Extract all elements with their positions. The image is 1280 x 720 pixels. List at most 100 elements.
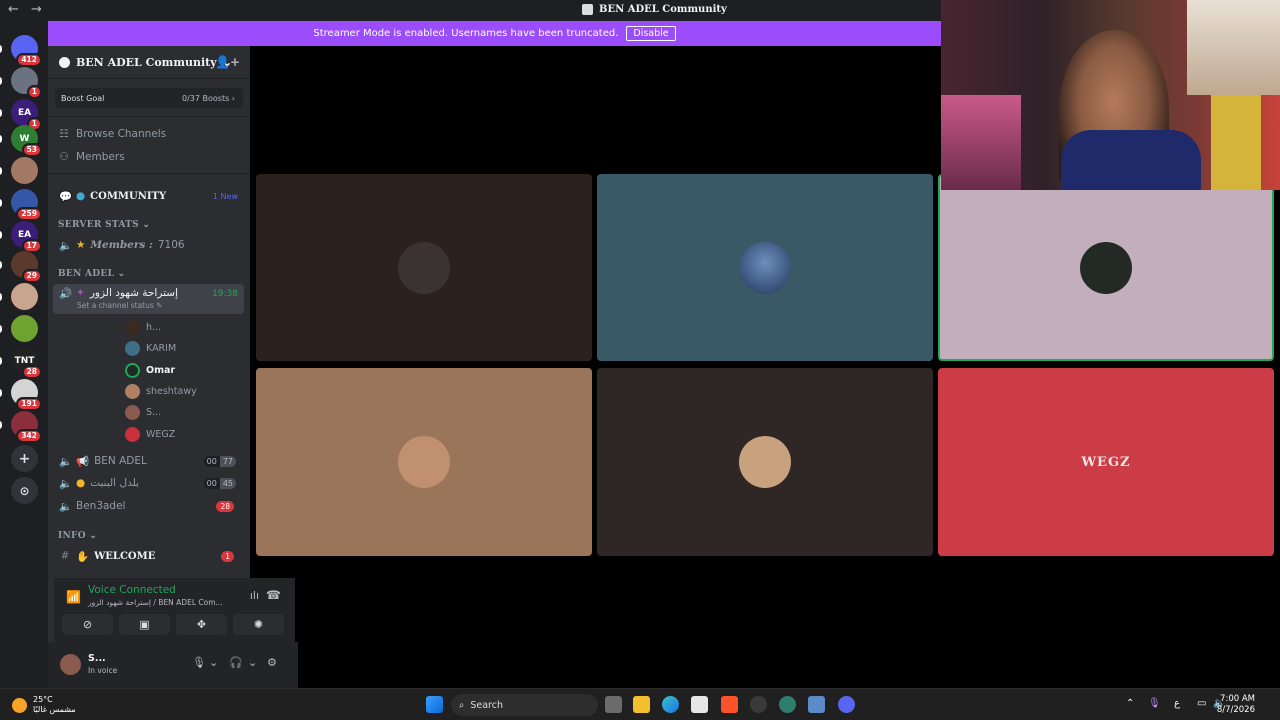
app-icon[interactable] [750,696,767,713]
channel-welcome[interactable]: # ✋ WELCOME 1 [53,546,244,566]
channel-arabic-voice[interactable]: 🔈 ● بلدل البنبت 00 45 [53,473,244,493]
language-indicator[interactable]: ع [1174,698,1180,709]
server-w[interactable]: W 53 [0,125,42,157]
discover-icon[interactable]: ⊙ [11,477,38,504]
network-icon[interactable]: ▭ [1197,698,1206,709]
sparkle-icon: ✦ [76,287,85,299]
channel-active-voice[interactable]: 🔊 ✦ إستراحة شهود الزور 19:38 Set a chann… [53,284,244,314]
weather-widget[interactable]: 25°C مشمس غالبًا [12,695,76,715]
tile-user-5[interactable] [597,368,933,556]
microphone-icon[interactable]: 🎙 [192,656,206,669]
headphones-icon[interactable]: 🎧 [229,656,243,669]
browse-channels-item[interactable]: ☷ Browse Channels [58,125,166,143]
store-icon[interactable] [691,696,708,713]
windows-start-icon[interactable] [426,696,443,713]
channel-ben-adel-voice[interactable]: 🔈 📢 BEN ADEL 00 77 [53,451,244,471]
add-server-icon[interactable]: + [11,445,38,472]
notification-badge: 28 [21,365,42,379]
channel-ben3adel[interactable]: 🔈 Ben3adel 28 [53,496,244,516]
channel-members-count[interactable]: 🔈 ★ Members : 7106 [53,235,244,255]
signal-icon[interactable]: 📶 [66,590,81,604]
server-ea-1[interactable]: EA 1 [0,99,42,131]
wave-icon: ✋ [76,550,90,563]
unread-pip [0,45,2,53]
invite-icon[interactable]: 👤+ [215,55,240,69]
webcam-poster [1211,95,1261,190]
avatar[interactable] [60,654,81,675]
unread-pip [0,325,2,333]
server-tnt[interactable]: TNT 28 [0,347,42,379]
direct-messages[interactable]: 412 [0,35,42,67]
microphone-icon[interactable]: 🎙 [1148,698,1161,709]
server-ea-2[interactable]: EA 17 [0,221,42,253]
voice-user-speaking[interactable]: Omar [125,360,175,380]
settings-gear-icon[interactable]: ⚙ [267,656,277,669]
file-explorer-icon[interactable] [633,696,650,713]
community-label: COMMUNITY [90,190,167,202]
server-8[interactable]: 29 [0,251,42,283]
disconnect-icon[interactable]: ☎ [266,588,281,602]
voice-user[interactable]: h... [125,317,161,337]
channel-label: BEN ADEL [94,455,147,467]
share-screen-button[interactable]: ▣ [119,614,170,635]
server-label: TNT [14,355,35,366]
voice-location[interactable]: إستراحة شهود الزور / BEN ADEL Com... [88,598,223,607]
voice-user[interactable]: WEGZ [125,424,175,444]
chevron-up-icon[interactable]: ⌃ [1126,698,1134,709]
members-item[interactable]: ⚇ Members [58,148,124,166]
camera-off-button[interactable]: ⊘ [62,614,113,635]
user-count: 00 [203,455,220,467]
chevron-down-icon[interactable]: ⌄ [209,656,218,669]
avatar [125,340,140,356]
search-label: Search [470,699,503,711]
tile-wegz[interactable]: WEGZ [938,368,1274,556]
tile-user-2[interactable] [597,174,933,361]
notification-badge: 342 [16,429,42,443]
server-ben-adel[interactable]: 191 [0,379,42,411]
voice-user[interactable]: KARIM [125,338,176,358]
category-ben-adel[interactable]: BEN ADEL ⌄ [58,269,125,279]
voice-status: Voice Connected [88,584,176,596]
discord-taskbar-icon[interactable] [838,696,855,713]
tile-user-1[interactable] [256,174,592,361]
server-10[interactable] [0,315,38,342]
user-name: S... [88,653,106,664]
nav-arrows[interactable]: ← → [8,2,46,17]
tile-user-3-speaking[interactable] [938,174,1274,361]
tile-user-4[interactable] [256,368,592,556]
server-13[interactable]: 342 [0,411,42,443]
server-5[interactable] [0,157,38,184]
user-panel: S... In voice 🎙 ⌄ 🎧 ⌄ ⚙ [48,642,298,688]
activities-button[interactable]: ✥ [176,614,227,635]
banner-message: Streamer Mode is enabled. Usernames have… [313,28,619,39]
guild-header[interactable]: BEN ADEL Community ⌄ 👤+ [48,46,250,78]
soundboard-icon: ✺ [253,618,264,631]
taskbar-search[interactable]: ⌕ Search [451,694,598,716]
category-info[interactable]: INFO ⌄ [58,531,97,541]
server-label: EA [17,107,32,118]
server-9[interactable] [0,283,38,310]
guild-icon [59,56,70,68]
disable-streamer-button[interactable]: Disable [626,26,676,41]
app-icon[interactable] [779,696,796,713]
active-channel-name: إستراحة شهود الزور [89,287,178,299]
brave-icon[interactable] [721,696,738,713]
category-server-stats[interactable]: SERVER STATS ⌄ [58,220,150,230]
windows-taskbar: 25°C مشمس غالبًا ⌕ Search ⌃ 🎙 ع ▭ 🔈 7:00… [0,688,1280,720]
settings-icon[interactable] [808,696,825,713]
server-6[interactable]: 259 [0,189,42,221]
voice-user-name: S... [146,406,162,418]
noise-suppression-icon[interactable]: ılı [250,589,259,602]
voice-user[interactable]: sheshtawy [125,381,197,401]
system-clock[interactable]: 7:00 AM 8/7/2026 [1217,694,1255,716]
server-1[interactable]: 1 [0,67,42,99]
voice-user[interactable]: S... [125,402,161,422]
channel-community[interactable]: 💬 ● COMMUNITY 1 New [53,186,244,206]
soundboard-button[interactable]: ✺ [233,614,284,635]
boost-goal[interactable]: Boost Goal 0/37 Boosts › [55,88,243,108]
edge-icon[interactable] [662,696,679,713]
chevron-down-icon[interactable]: ⌄ [248,656,257,669]
task-view-icon[interactable] [605,696,622,713]
channel-status[interactable]: Set a channel status ✎ [77,301,162,310]
guild-name: BEN ADEL Community [76,55,217,69]
